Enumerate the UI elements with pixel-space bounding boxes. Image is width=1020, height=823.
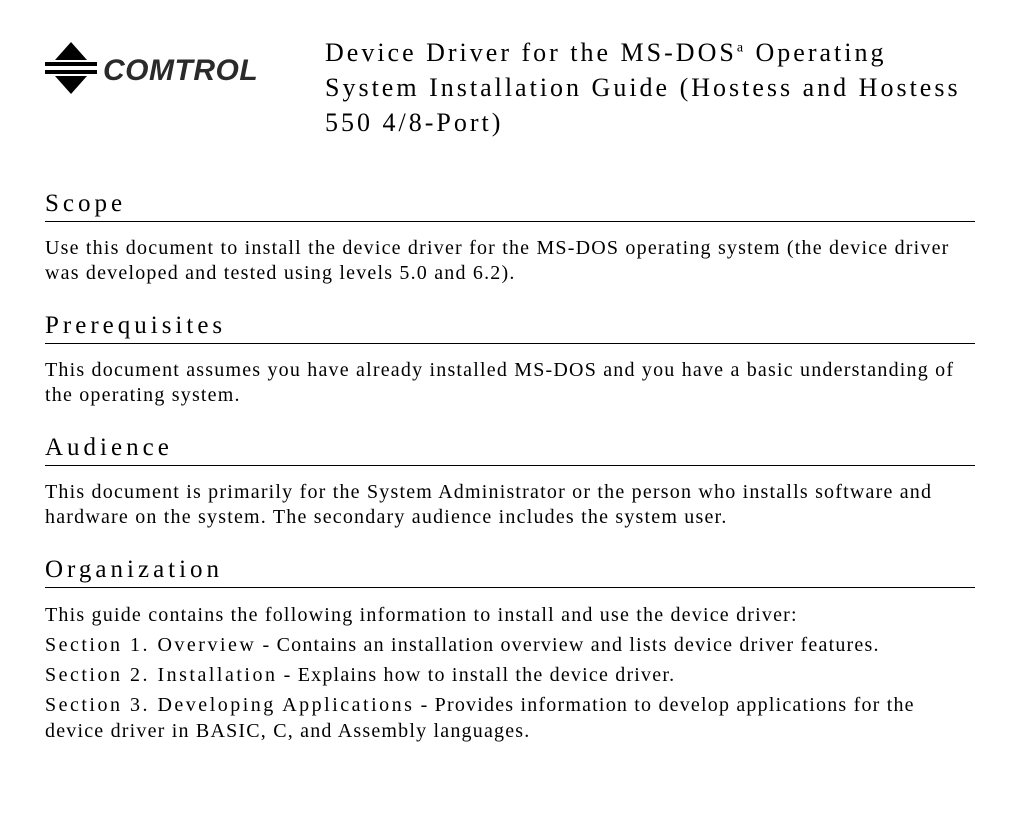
prerequisites-heading: Prerequisites	[45, 312, 975, 344]
audience-body: This document is primarily for the Syste…	[45, 480, 975, 530]
brand-name: COMTROL	[103, 54, 258, 87]
section-1-label: Section 1. Overview	[45, 634, 256, 656]
comtrol-logo: COMTROL	[45, 40, 305, 105]
section-1-desc: - Contains an installation overview and …	[256, 634, 879, 656]
document-title: Device Driver for the MS-DOSa Operating …	[325, 35, 975, 140]
section-2-desc: - Explains how to install the device dri…	[277, 664, 675, 686]
organization-item-3: Section 3. Developing Applications - Pro…	[45, 692, 975, 744]
logo-arrows-icon	[45, 42, 97, 94]
title-footnote-marker: a	[737, 40, 746, 55]
document-header: COMTROL Device Driver for the MS-DOSa Op…	[45, 35, 975, 140]
section-2-label: Section 2. Installation	[45, 664, 277, 686]
organization-item-2: Section 2. Installation - Explains how t…	[45, 662, 975, 688]
organization-heading: Organization	[45, 556, 975, 588]
title-prefix: Device Driver for the MS-DOS	[325, 38, 737, 67]
audience-heading: Audience	[45, 434, 975, 466]
scope-body: Use this document to install the device …	[45, 236, 975, 286]
prerequisites-body: This document assumes you have already i…	[45, 358, 975, 408]
scope-heading: Scope	[45, 190, 975, 222]
organization-item-1: Section 1. Overview - Contains an instal…	[45, 632, 975, 658]
section-3-label: Section 3. Developing Applications	[45, 694, 414, 716]
organization-intro: This guide contains the following inform…	[45, 602, 975, 628]
